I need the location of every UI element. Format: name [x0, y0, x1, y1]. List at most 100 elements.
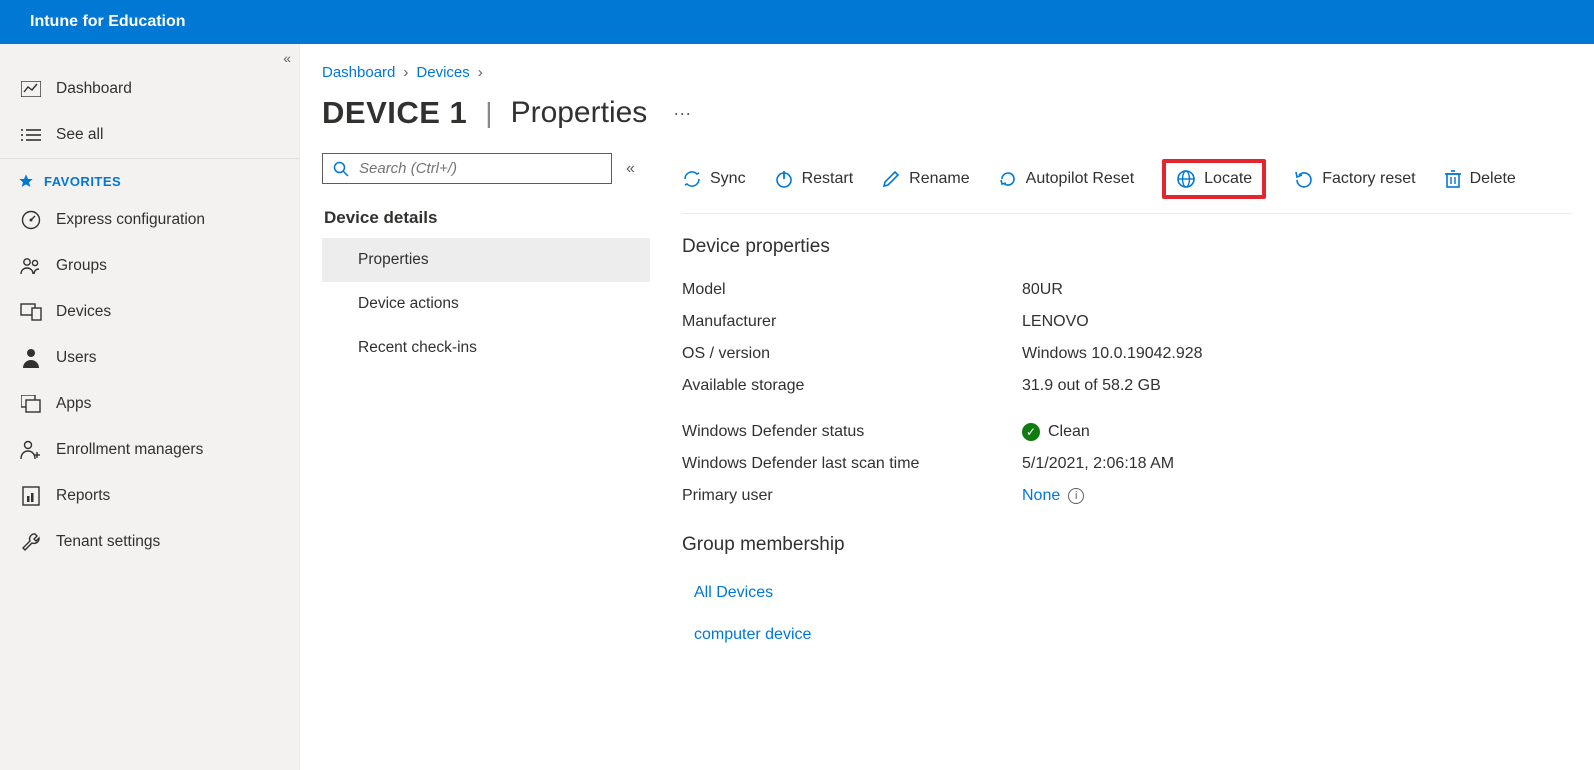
prop-value: Windows 10.0.19042.928: [1022, 345, 1203, 363]
prop-row-model: Model 80UR: [682, 274, 1572, 306]
subnav-item-recent-checkins[interactable]: Recent check-ins: [322, 326, 650, 370]
info-icon[interactable]: i: [1068, 488, 1084, 504]
sidenav-item-enrollment-managers[interactable]: Enrollment managers: [0, 427, 299, 473]
subnav-label: Device actions: [358, 295, 459, 312]
nav-label: Users: [56, 349, 96, 367]
sidenav-item-dashboard[interactable]: Dashboard: [0, 66, 299, 112]
subnav-item-properties[interactable]: Properties: [322, 238, 650, 282]
prop-label: Available storage: [682, 377, 1022, 395]
restart-button[interactable]: Restart: [774, 169, 854, 189]
globe-icon: [1176, 169, 1196, 189]
btn-label: Autopilot Reset: [1026, 170, 1135, 188]
btn-label: Locate: [1204, 170, 1252, 188]
sidenav-item-devices[interactable]: Devices: [0, 289, 299, 335]
sidenav-collapse-button[interactable]: «: [283, 50, 291, 66]
search-input[interactable]: [359, 160, 601, 177]
sidenav-item-see-all[interactable]: See all: [0, 112, 299, 158]
breadcrumb: Dashboard › Devices ›: [300, 64, 1594, 81]
chart-icon: [20, 78, 42, 100]
sidenav-item-users[interactable]: Users: [0, 335, 299, 381]
apps-icon: [20, 393, 42, 415]
prop-row-os: OS / version Windows 10.0.19042.928: [682, 338, 1572, 370]
toolbar: Sync Restart Rename Autopilot Reset: [682, 155, 1572, 214]
nav-label: Dashboard: [56, 80, 132, 98]
prop-row-defender-scan: Windows Defender last scan time 5/1/2021…: [682, 448, 1572, 480]
gauge-icon: [20, 209, 42, 231]
sidenav-item-express-configuration[interactable]: Express configuration: [0, 197, 299, 243]
search-icon: [333, 161, 349, 177]
chevron-right-icon: ›: [403, 64, 408, 81]
more-actions-button[interactable]: ···: [665, 99, 699, 128]
prop-value-text: Clean: [1048, 423, 1090, 441]
list-icon: [20, 124, 42, 146]
group-membership-heading: Group membership: [682, 512, 1572, 572]
btn-label: Factory reset: [1322, 170, 1415, 188]
wrench-icon: [20, 531, 42, 553]
sidenav-item-tenant-settings[interactable]: Tenant settings: [0, 519, 299, 565]
nav-label: Apps: [56, 395, 91, 413]
user-icon: [20, 347, 42, 369]
btn-label: Sync: [710, 170, 746, 188]
undo-icon: [1294, 169, 1314, 189]
search-box[interactable]: [322, 153, 612, 184]
btn-label: Delete: [1470, 170, 1516, 188]
check-circle-icon: ✓: [1022, 423, 1040, 441]
prop-row-primary-user: Primary user None i: [682, 480, 1572, 512]
prop-row-manufacturer: Manufacturer LENOVO: [682, 306, 1572, 338]
subnav-collapse-button[interactable]: «: [626, 160, 635, 178]
subnav-item-device-actions[interactable]: Device actions: [322, 282, 650, 326]
report-icon: [20, 485, 42, 507]
prop-value: 80UR: [1022, 281, 1063, 299]
btn-label: Rename: [909, 170, 969, 188]
subnav-heading: Device details: [322, 184, 650, 238]
person-add-icon: [20, 439, 42, 461]
prop-label: Primary user: [682, 487, 1022, 505]
nav-label: See all: [56, 126, 103, 144]
autopilot-reset-button[interactable]: Autopilot Reset: [998, 169, 1135, 189]
chevron-right-icon: ›: [478, 64, 483, 81]
edit-icon: [881, 169, 901, 189]
prop-value[interactable]: None i: [1022, 487, 1084, 505]
rename-button[interactable]: Rename: [881, 169, 969, 189]
breadcrumb-devices[interactable]: Devices: [416, 64, 469, 81]
sync-icon: [682, 169, 702, 189]
details-pane: Sync Restart Rename Autopilot Reset: [660, 153, 1594, 770]
sidenav: « Dashboard See all FAVORITES Express co…: [0, 44, 300, 770]
star-icon: [18, 173, 34, 189]
app-title: Intune for Education: [30, 13, 186, 31]
factory-reset-button[interactable]: Factory reset: [1294, 169, 1415, 189]
favorites-label: FAVORITES: [44, 174, 121, 189]
favorites-header: FAVORITES: [0, 158, 299, 197]
btn-label: Restart: [802, 170, 854, 188]
prop-value-text: None: [1022, 487, 1060, 505]
page-title: DEVICE 1: [322, 95, 467, 131]
delete-button[interactable]: Delete: [1444, 169, 1516, 189]
group-link-computer-device[interactable]: computer device: [682, 614, 1572, 656]
nav-label: Reports: [56, 487, 110, 505]
reset-icon: [998, 169, 1018, 189]
prop-value: ✓ Clean: [1022, 423, 1090, 441]
subnav-label: Recent check-ins: [358, 339, 477, 356]
sidenav-item-groups[interactable]: Groups: [0, 243, 299, 289]
layout: « Dashboard See all FAVORITES Express co…: [0, 44, 1594, 770]
power-icon: [774, 169, 794, 189]
locate-button[interactable]: Locate: [1162, 159, 1266, 199]
prop-label: Manufacturer: [682, 313, 1022, 331]
nav-label: Tenant settings: [56, 533, 160, 551]
devices-icon: [20, 301, 42, 323]
prop-value: LENOVO: [1022, 313, 1089, 331]
prop-row-storage: Available storage 31.9 out of 58.2 GB: [682, 370, 1572, 402]
page-subtitle: Properties: [511, 96, 648, 130]
breadcrumb-dashboard[interactable]: Dashboard: [322, 64, 395, 81]
sync-button[interactable]: Sync: [682, 169, 746, 189]
group-link-all-devices[interactable]: All Devices: [682, 572, 1572, 614]
device-properties-heading: Device properties: [682, 214, 1572, 274]
prop-label: OS / version: [682, 345, 1022, 363]
sidenav-item-reports[interactable]: Reports: [0, 473, 299, 519]
main: Dashboard › Devices › DEVICE 1 | Propert…: [300, 44, 1594, 770]
sidenav-item-apps[interactable]: Apps: [0, 381, 299, 427]
prop-label: Model: [682, 281, 1022, 299]
title-divider: |: [485, 97, 492, 129]
prop-row-defender-status: Windows Defender status ✓ Clean: [682, 416, 1572, 448]
nav-label: Enrollment managers: [56, 441, 203, 459]
